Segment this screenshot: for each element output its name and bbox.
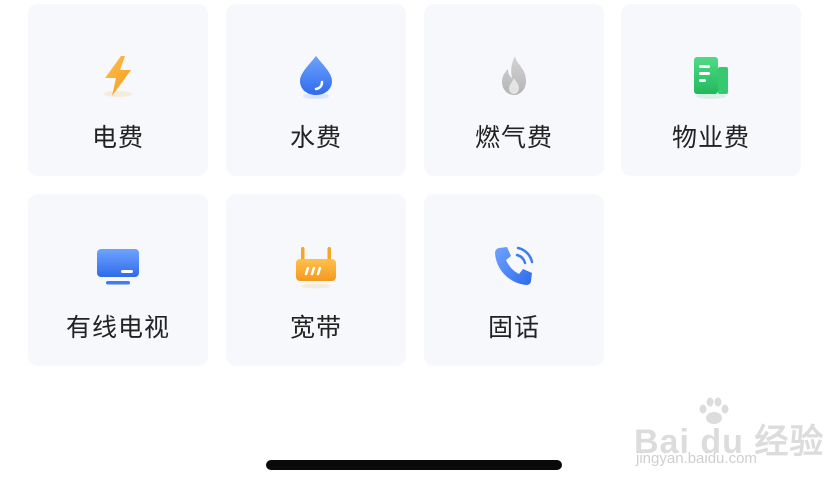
- service-tile-landline[interactable]: 固话: [424, 194, 604, 366]
- watermark-url: jingyan.baidu.com: [636, 450, 757, 467]
- water-drop-icon: [292, 52, 340, 100]
- router-icon: [292, 242, 340, 290]
- building-icon: [687, 52, 735, 100]
- service-tile-broadband[interactable]: 宽带: [226, 194, 406, 366]
- baidu-watermark: Bai du 经验 jingyan.baidu.com: [634, 396, 823, 470]
- service-label: 有线电视: [65, 313, 170, 342]
- service-tile-cable-tv[interactable]: 有线电视: [28, 194, 208, 366]
- phone-icon: [490, 242, 538, 290]
- lightning-icon: [94, 52, 142, 100]
- service-tile-property[interactable]: 物业费: [621, 4, 801, 176]
- service-label: 固话: [487, 313, 540, 342]
- service-label: 水费: [289, 123, 342, 152]
- service-label: 物业费: [671, 123, 750, 152]
- service-label: 燃气费: [474, 123, 553, 152]
- service-tile-electricity[interactable]: 电费: [28, 4, 208, 176]
- service-tile-gas[interactable]: 燃气费: [424, 4, 604, 176]
- flame-icon: [490, 52, 538, 100]
- service-tile-water[interactable]: 水费: [226, 4, 406, 176]
- tv-icon: [94, 242, 142, 290]
- service-grid-screen: 电费 水费 燃气费 物业费 有线电视 宽带 固话 Bai du 经验 jingy…: [0, 0, 828, 486]
- service-label: 电费: [91, 123, 144, 152]
- home-indicator[interactable]: [266, 460, 562, 470]
- service-label: 宽带: [289, 313, 342, 342]
